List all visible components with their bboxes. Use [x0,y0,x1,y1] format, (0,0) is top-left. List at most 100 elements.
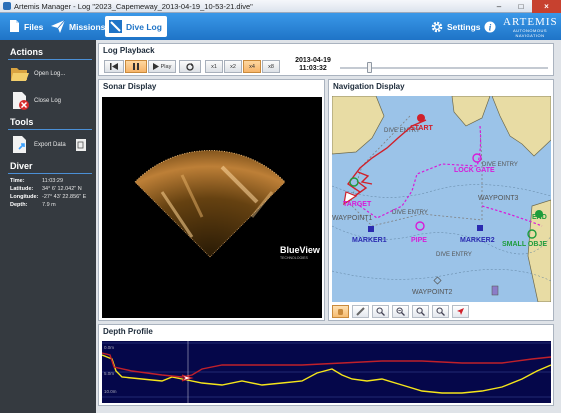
waypoint-lock-gate-label: LOCK GATE [454,167,495,174]
marker2-icon[interactable] [477,225,483,231]
tools-heading: Tools [10,117,34,127]
zoom-reset-button[interactable] [432,305,449,318]
navigate-tool-button[interactable] [452,305,469,318]
settings-button[interactable]: Settings [431,16,481,37]
waypoint1-label: WAYPOINT1 [332,215,373,222]
sonar-display-panel: Sonar Display BlueView TECHNOLOGIES [98,79,325,321]
sidebar: Actions Open Log... Close Log Tools Expo… [0,40,96,413]
speed-x8-button[interactable]: x8 [262,60,280,73]
depth-label: Depth: [10,202,28,208]
speed-x1-button[interactable]: x1 [205,60,223,73]
measure-tool-button[interactable] [352,305,369,318]
latitude-value: 34° 6' 12.042" N [42,186,82,192]
depth-profile-title: Depth Profile [103,327,153,336]
dive-log-tab[interactable]: Dive Log [105,16,167,37]
seabed-depth-line [101,354,552,394]
time-label: Time: [10,178,25,184]
title-bar: Artemis Manager - Log "2023_Capemeway_20… [0,0,561,13]
actions-heading: Actions [10,47,44,57]
marker1-icon[interactable] [368,226,374,232]
main-toolbar: Files Missions Dive Log Settings i ARTEM… [0,13,561,40]
hand-icon [338,309,343,315]
copy-icon[interactable] [75,139,86,151]
zoom-extents-button[interactable] [392,305,409,318]
artemis-logo: ARTEMIS AUTONOMOUS NAVIGATION [503,16,558,38]
svg-text:TECHNOLOGIES: TECHNOLOGIES [280,256,308,260]
depth-profile-chart[interactable]: 0.0m 5.0m 10.0m [101,341,552,403]
missions-tab[interactable]: Missions [51,16,105,37]
small-object-label: SMALL OBJE [502,241,547,248]
maximize-button[interactable]: □ [510,0,532,13]
ruler-icon [356,307,365,316]
playback-date: 2013-04-19 [295,57,331,64]
marker1-label: MARKER1 [352,237,387,244]
latitude-label: Latitude: [10,186,34,192]
playback-slider-thumb[interactable] [366,62,372,73]
app-icon [3,2,11,10]
depth-scale-top: 0.0m [104,345,114,350]
zoom-out-icon [416,307,425,316]
files-tab[interactable]: Files [9,16,43,37]
zoom-in-button[interactable] [372,305,389,318]
folder-open-icon [11,68,29,81]
loop-button[interactable] [179,60,201,73]
close-log-label: Close Log [34,98,62,104]
help-button[interactable]: i [484,16,500,37]
waypoint3-label: WAYPOINT3 [478,195,519,202]
sonar-image: BlueView TECHNOLOGIES [102,97,322,318]
waypoint-start-marker[interactable] [417,114,425,122]
speed-x2-button[interactable]: x2 [224,60,242,73]
file-icon [10,20,19,32]
svg-text:DIVE ENTRY: DIVE ENTRY [392,210,428,216]
waypoint2-label: WAYPOINT2 [412,289,453,296]
export-data-label: Export Data [34,142,66,148]
play-icon [152,63,159,70]
buoy-icon [491,285,499,296]
depth-scale-bottom: 10.0m [104,389,117,394]
pause-button[interactable] [125,60,147,73]
diver-divider [8,173,92,174]
depth-value: 7.9 m [42,202,56,208]
window-title: Artemis Manager - Log "2023_Capemeway_20… [14,2,253,11]
play-label: Play [160,63,172,70]
log-playback-title: Log Playback [103,46,155,55]
playback-time: 11:03:32 [299,65,327,72]
chart-canvas: DIVE ENTRY DIVE ENTRY DIVE ENTRY DIVE EN… [332,96,551,302]
sonar-display-title: Sonar Display [103,82,157,91]
waypoint-start-label: START [410,125,434,132]
close-log-button[interactable]: Close Log [10,91,61,111]
minimize-button[interactable]: – [488,0,510,13]
actions-divider [8,59,92,60]
diver-depth: Depth: 7.9 m [10,202,56,208]
waypoint-target-label: TARGET [343,201,372,208]
paper-plane-icon [51,20,65,33]
close-log-icon [13,92,29,110]
gear-icon [431,21,443,32]
logo-word: ARTEMIS [503,16,558,28]
blueview-logo: BlueView TECHNOLOGIES [280,245,321,260]
diver-depth-line [101,352,552,378]
waypoint-end-label: END [532,214,547,221]
skip-to-start-button[interactable] [104,60,124,73]
play-button[interactable]: Play [148,60,176,73]
longitude-value: -27° 43' 22.856" E [42,194,87,200]
longitude-label: Longitude: [10,194,39,200]
speed-x4-button[interactable]: x4 [243,60,261,73]
playback-timestamp: 2013-04-19 11:03:32 [293,57,333,73]
loop-icon [186,62,194,71]
depth-profile-canvas: 0.0m 5.0m 10.0m [101,341,552,403]
zoom-out-button[interactable] [412,305,429,318]
zoom-extents-icon [396,307,405,316]
pan-tool-button[interactable] [332,305,349,318]
diver-latitude: Latitude: 34° 6' 12.042" N [10,186,82,192]
export-data-button[interactable]: Export Data [10,135,86,155]
zoom-in-icon [376,307,385,316]
dive-log-label: Dive Log [126,21,162,32]
nautical-chart-map[interactable]: DIVE ENTRY DIVE ENTRY DIVE ENTRY DIVE EN… [332,96,551,302]
diver-heading: Diver [10,161,33,171]
diver-longitude: Longitude: -27° 43' 22.856" E [10,194,86,200]
dive-flag-icon [109,20,122,33]
close-button[interactable]: × [532,0,561,13]
time-value: 11:03:29 [42,178,64,184]
open-log-button[interactable]: Open Log... [10,65,65,83]
